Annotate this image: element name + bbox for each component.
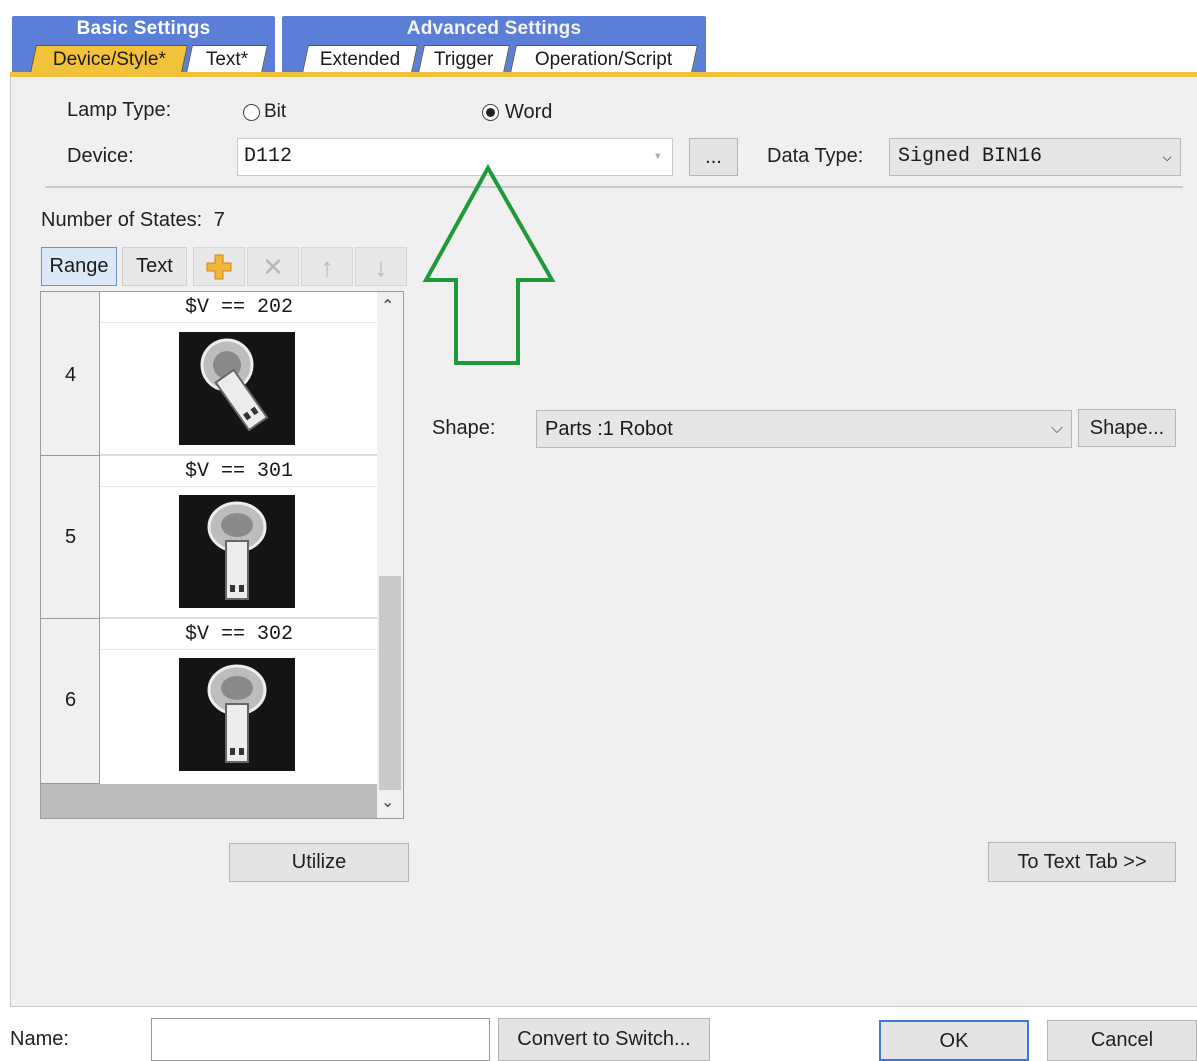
state-condition[interactable]: $V == 202 (101, 293, 377, 323)
shape-label: Shape: (432, 417, 496, 439)
radio-bit[interactable] (243, 104, 260, 121)
annotation-arrow-icon (422, 163, 556, 365)
robot-arm-icon[interactable] (179, 658, 295, 771)
shape-select[interactable]: Parts :1 Robot ⌵ (536, 410, 1072, 448)
radio-word[interactable] (482, 104, 499, 121)
utilize-button[interactable]: Utilize (229, 843, 409, 882)
horizontal-scrollbar[interactable] (41, 784, 377, 818)
advanced-settings-title: Advanced Settings (406, 18, 582, 39)
tab-device-style[interactable]: Device/Style* (30, 45, 188, 73)
state-row-number: 4 (41, 292, 100, 456)
robot-arm-icon[interactable] (179, 332, 295, 445)
states-count: 7 (213, 209, 225, 231)
state-row-number: 5 (41, 456, 100, 619)
row-separator (100, 617, 377, 619)
radio-bit-label: Bit (264, 101, 287, 122)
device-label: Device: (67, 145, 134, 167)
tab-text-label: Text* (205, 49, 248, 70)
name-label: Name: (10, 1028, 69, 1050)
shape-button[interactable]: Shape... (1078, 409, 1176, 447)
name-input[interactable] (151, 1018, 490, 1061)
add-state-icon[interactable] (193, 247, 245, 286)
row-separator (100, 454, 377, 456)
convert-to-switch-button[interactable]: Convert to Switch... (498, 1018, 710, 1061)
tab-operation-script[interactable]: Operation/Script (510, 45, 698, 73)
chevron-down-icon: ⌵ (1050, 420, 1063, 437)
radio-word-label: Word (505, 101, 553, 123)
scrollbar-thumb[interactable] (379, 576, 401, 790)
state-condition[interactable]: $V == 302 (101, 620, 377, 650)
state-row-number: 6 (41, 619, 100, 784)
cancel-button[interactable]: Cancel (1047, 1020, 1197, 1061)
state-list[interactable]: 4 $V == 202 5 $V == 301 6 $V == 302 ⌃ ⌄ (40, 291, 404, 819)
data-type-label: Data Type: (767, 145, 864, 167)
tab-text[interactable]: Text* (186, 45, 268, 73)
tab-device-style-label: Device/Style* (52, 49, 166, 70)
state-number: 4 (65, 364, 77, 386)
lamp-type-label: Lamp Type: (67, 99, 172, 121)
state-condition[interactable]: $V == 301 (101, 457, 377, 487)
move-down-icon[interactable]: ↓ (355, 247, 407, 286)
ok-button[interactable]: OK (879, 1020, 1029, 1061)
state-number: 6 (65, 689, 77, 711)
to-text-tab-button[interactable]: To Text Tab >> (988, 842, 1176, 882)
data-type-value: Signed BIN16 (898, 145, 1043, 168)
basic-settings-title: Basic Settings (76, 18, 211, 39)
tab-trigger-label: Trigger (434, 49, 494, 70)
device-browse-button[interactable]: ... (689, 138, 738, 176)
delete-state-icon[interactable]: ✕ (247, 247, 299, 286)
shape-value: Parts :1 Robot (545, 418, 673, 440)
move-up-icon[interactable]: ↑ (301, 247, 353, 286)
tab-operation-script-label: Operation/Script (535, 49, 673, 70)
state-number: 5 (65, 526, 77, 548)
tab-extended[interactable]: Extended (302, 45, 418, 73)
scroll-down-icon[interactable]: ⌄ (381, 792, 394, 812)
chevron-down-icon: ⌵ (1162, 148, 1172, 166)
chevron-down-icon[interactable]: ▾ (654, 139, 662, 175)
robot-arm-icon[interactable] (179, 495, 295, 608)
number-of-states-label: Number of States: 7 (41, 209, 225, 232)
tab-extended-label: Extended (319, 49, 401, 70)
range-button[interactable]: Range (41, 247, 117, 286)
states-label-text: Number of States: (41, 209, 203, 231)
device-input-value: D112 (244, 145, 293, 168)
text-button[interactable]: Text (122, 247, 187, 286)
footer-divider (10, 1006, 1197, 1007)
data-type-select[interactable]: Signed BIN16 ⌵ (889, 138, 1181, 176)
scroll-up-icon[interactable]: ⌃ (381, 296, 394, 316)
tab-trigger[interactable]: Trigger (418, 45, 510, 73)
divider (45, 186, 1183, 188)
